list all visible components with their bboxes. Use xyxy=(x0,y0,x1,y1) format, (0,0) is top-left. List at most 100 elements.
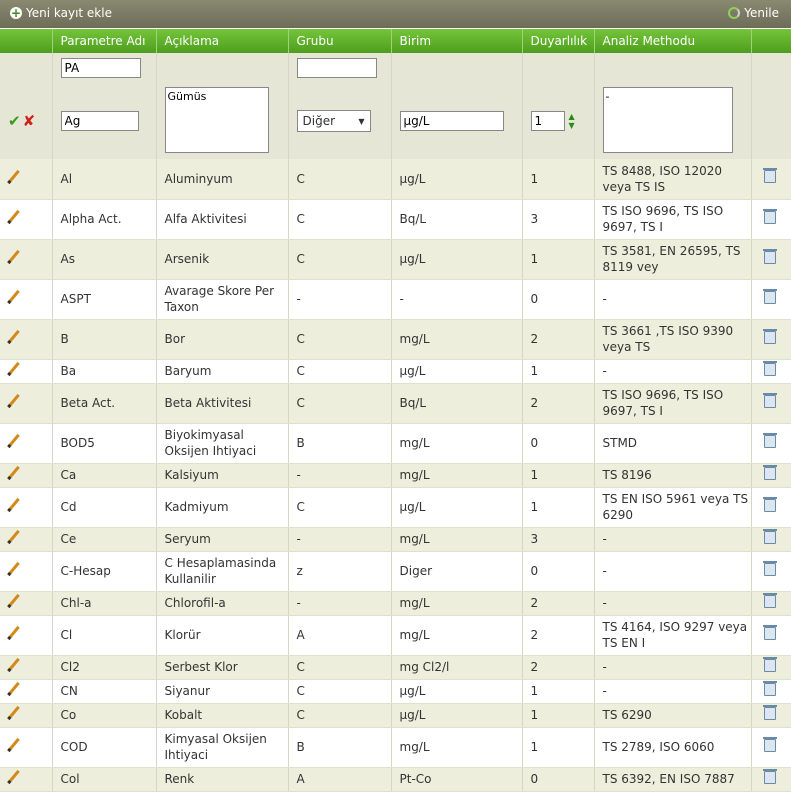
edit-parametre-input[interactable] xyxy=(60,111,139,131)
pencil-icon[interactable] xyxy=(7,769,20,785)
desc-cell: Baryum xyxy=(156,359,289,384)
edit-aciklama-textarea[interactable]: Gümüs xyxy=(164,86,269,153)
table-row: COD Kimyasal Oksijen Ihtiyaci Bmg/L 1 TS 278… xyxy=(0,727,791,768)
trash-icon[interactable] xyxy=(762,528,777,544)
param-cell: C-Hesap xyxy=(52,551,157,592)
pencil-icon[interactable] xyxy=(7,249,20,265)
edit-cell xyxy=(0,679,53,704)
pencil-icon[interactable] xyxy=(7,433,20,449)
pencil-icon[interactable] xyxy=(7,169,20,184)
dropdown-arrow-icon: ▼ xyxy=(358,116,365,126)
desc-cell: Siyanur xyxy=(156,679,289,704)
desc-cell: Serbest Klor xyxy=(156,655,289,680)
edit-cell xyxy=(0,767,53,792)
trash-icon[interactable] xyxy=(762,768,777,784)
header-aciklama[interactable]: Açıklama xyxy=(156,29,289,53)
method-cell: - xyxy=(594,551,752,592)
pencil-icon[interactable] xyxy=(7,593,20,609)
pencil-icon[interactable] xyxy=(7,681,20,697)
pencil-icon[interactable] xyxy=(7,737,20,753)
refresh-button[interactable]: Yenile xyxy=(728,6,779,20)
spin-down-icon[interactable]: ▼ xyxy=(569,121,575,130)
pencil-icon[interactable] xyxy=(7,497,20,513)
add-record-button[interactable]: + Yeni kayıt ekle xyxy=(10,6,112,20)
delete-cell xyxy=(751,615,791,656)
trash-icon[interactable] xyxy=(762,208,777,224)
trash-icon[interactable] xyxy=(762,736,777,752)
trash-icon[interactable] xyxy=(762,624,777,640)
trash-icon[interactable] xyxy=(762,560,777,576)
unit-cell: Diger xyxy=(391,551,523,592)
edit-cell xyxy=(0,359,53,384)
table-row: As Arsenik Cµg/L 1 TS 3581, EN 26595, TS 811… xyxy=(0,239,791,280)
add-record-label: Yeni kayıt ekle xyxy=(26,6,112,20)
pencil-icon[interactable] xyxy=(7,361,20,377)
trash-icon[interactable] xyxy=(762,592,777,608)
table-row: Alpha Act. Alfa Aktivitesi C Bq/L 3 TS ISO 96… xyxy=(0,199,791,240)
desc-cell: Avarage Skore Per Taxon xyxy=(156,279,289,320)
trash-icon[interactable] xyxy=(762,392,777,408)
header-duyarlilik[interactable]: Duyarlılık xyxy=(522,29,595,53)
desc-cell: Arsenik xyxy=(156,239,289,280)
pencil-icon[interactable] xyxy=(7,209,20,225)
param-cell: Ba xyxy=(52,359,157,384)
method-cell: TS EN ISO 5961 veya TS 6290 xyxy=(594,487,752,528)
desc-cell: C Hesaplamasinda Kullanilir xyxy=(156,551,289,592)
header-grubu[interactable]: Grubu xyxy=(288,29,392,53)
group-cell: - xyxy=(288,463,392,488)
group-cell: - xyxy=(288,527,392,552)
delete-cell xyxy=(751,727,791,768)
delete-cell xyxy=(751,239,791,280)
group-cell: z xyxy=(288,551,392,592)
trash-icon[interactable] xyxy=(762,464,777,480)
table-row: BOD5 Biyokimyasal Oksijen Ihtiyaci Bmg/L 0 S… xyxy=(0,423,791,464)
spin-up-icon[interactable]: ▲ xyxy=(569,112,575,121)
filter-grubu-input[interactable] xyxy=(296,58,377,78)
param-cell: Al xyxy=(52,159,157,200)
delete-cell xyxy=(751,359,791,384)
trash-icon[interactable] xyxy=(762,704,777,720)
desc-cell: Alfa Aktivitesi xyxy=(156,199,289,240)
save-check-icon[interactable]: ✔ xyxy=(8,112,21,130)
refresh-label: Yenile xyxy=(744,6,779,20)
trash-icon[interactable] xyxy=(762,432,777,448)
table-row: Al Aluminyum Cµg/L 1 TS 8488, ISO 12020 veya… xyxy=(0,159,791,200)
pencil-icon[interactable] xyxy=(7,561,20,577)
cancel-x-icon[interactable]: ✘ xyxy=(23,112,36,130)
pencil-icon[interactable] xyxy=(7,393,20,409)
pencil-icon[interactable] xyxy=(7,465,20,481)
edit-birim-input[interactable] xyxy=(399,111,504,131)
trash-icon[interactable] xyxy=(762,328,777,344)
trash-icon[interactable] xyxy=(762,288,777,304)
trash-icon[interactable] xyxy=(762,168,777,184)
spinner-buttons[interactable]: ▲ ▼ xyxy=(569,112,575,130)
filter-parametre-input[interactable] xyxy=(60,58,141,78)
method-cell: TS 2789, ISO 6060 xyxy=(594,727,752,768)
pencil-icon[interactable] xyxy=(7,329,20,345)
trash-icon[interactable] xyxy=(762,656,777,672)
edit-cell xyxy=(0,279,53,320)
edit-analiz-textarea[interactable]: - xyxy=(602,86,733,153)
header-birim[interactable]: Birim xyxy=(391,29,523,53)
edit-duyarlilik-input[interactable] xyxy=(530,111,565,131)
desc-cell: Bor xyxy=(156,319,289,360)
trash-icon[interactable] xyxy=(762,496,777,512)
method-cell: TS 3581, EN 26595, TS 8119 vey xyxy=(594,239,752,280)
trash-icon[interactable] xyxy=(762,360,777,376)
method-cell: - xyxy=(594,591,752,616)
pencil-icon[interactable] xyxy=(7,705,20,721)
method-cell: TS 3661 ,TS ISO 9390 veya TS xyxy=(594,319,752,360)
pencil-icon[interactable] xyxy=(7,625,20,641)
pencil-icon[interactable] xyxy=(7,289,20,305)
trash-icon[interactable] xyxy=(762,680,777,696)
delete-cell xyxy=(751,383,791,424)
trash-icon[interactable] xyxy=(762,248,777,264)
header-analiz[interactable]: Analiz Methodu xyxy=(594,29,752,53)
edit-grubu-select[interactable]: Diğer ▼ xyxy=(296,110,371,132)
pencil-icon[interactable] xyxy=(7,657,20,673)
group-cell: - xyxy=(288,279,392,320)
pencil-icon[interactable] xyxy=(7,529,20,545)
method-cell: TS ISO 9696, TS ISO 9697, TS I xyxy=(594,383,752,424)
header-parametre[interactable]: Parametre Adı xyxy=(52,29,157,53)
sens-cell: 2 xyxy=(522,319,595,360)
